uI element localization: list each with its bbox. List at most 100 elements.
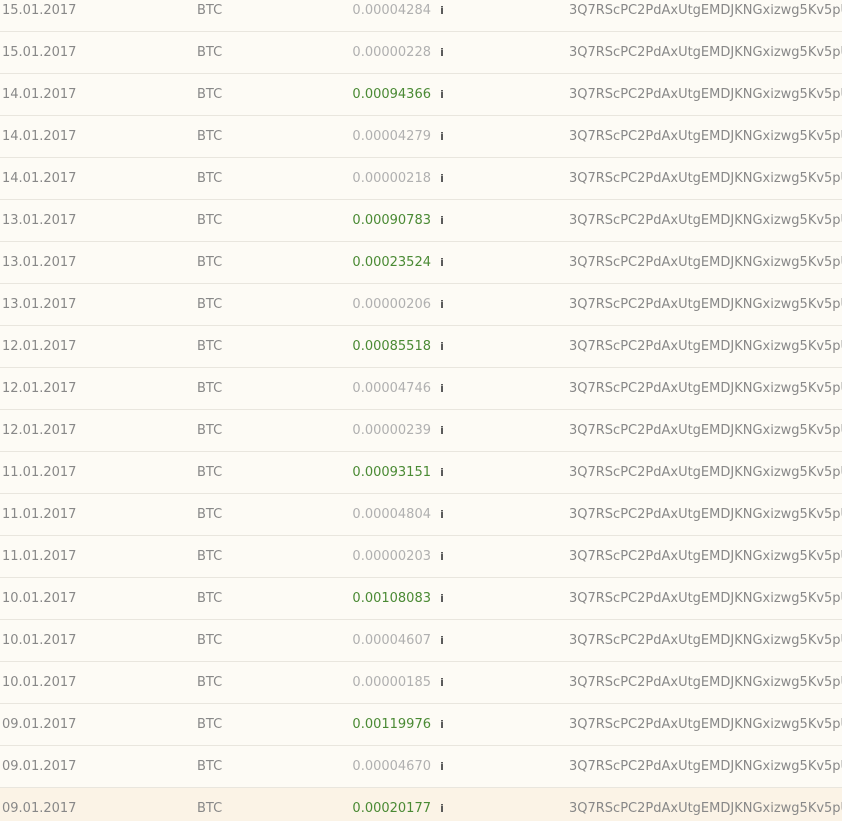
address-cell: 3Q7RScPC2PdAxUtgEMDJKNGxizwg5Kv5pU [569,87,842,102]
date-cell: 13.01.2017 [2,297,77,312]
date-cell: 14.01.2017 [2,129,77,144]
table-row: 09.01.2017 BTC 0.00020177 i 3Q7RScPC2PdA… [0,788,842,821]
date-cell: 12.01.2017 [2,381,77,396]
table-row: 13.01.2017 BTC 0.00023524 i 3Q7RScPC2PdA… [0,242,842,284]
currency-cell: BTC [197,759,223,774]
currency-cell: BTC [197,213,223,228]
address-cell: 3Q7RScPC2PdAxUtgEMDJKNGxizwg5Kv5pU [569,45,842,60]
currency-cell: BTC [197,801,223,816]
amount-cell: 0.00093151 [352,465,431,480]
info-icon[interactable]: i [438,32,446,73]
amount-cell: 0.00000228 [352,45,431,60]
amount-cell: 0.00090783 [352,213,431,228]
date-cell: 11.01.2017 [2,507,77,522]
currency-cell: BTC [197,381,223,396]
address-cell: 3Q7RScPC2PdAxUtgEMDJKNGxizwg5Kv5pU [569,339,842,354]
info-icon[interactable]: i [438,242,446,283]
info-icon[interactable]: i [438,746,446,787]
address-cell: 3Q7RScPC2PdAxUtgEMDJKNGxizwg5Kv5pU [569,3,842,18]
info-icon[interactable]: i [438,410,446,451]
currency-cell: BTC [197,3,223,18]
currency-cell: BTC [197,591,223,606]
date-cell: 11.01.2017 [2,549,77,564]
amount-cell: 0.00004607 [352,633,431,648]
address-cell: 3Q7RScPC2PdAxUtgEMDJKNGxizwg5Kv5pU [569,549,842,564]
info-icon[interactable]: i [438,116,446,157]
amount-cell: 0.00004279 [352,129,431,144]
amount-cell: 0.00000206 [352,297,431,312]
date-cell: 15.01.2017 [2,3,77,18]
info-icon[interactable]: i [438,662,446,703]
info-icon[interactable]: i [438,284,446,325]
amount-cell: 0.00000239 [352,423,431,438]
address-cell: 3Q7RScPC2PdAxUtgEMDJKNGxizwg5Kv5pU [569,675,842,690]
info-icon[interactable]: i [438,788,446,821]
table-row: 14.01.2017 BTC 0.00094366 i 3Q7RScPC2PdA… [0,74,842,116]
table-row: 12.01.2017 BTC 0.00000239 i 3Q7RScPC2PdA… [0,410,842,452]
info-icon[interactable]: i [438,200,446,241]
table-row: 11.01.2017 BTC 0.00004804 i 3Q7RScPC2PdA… [0,494,842,536]
currency-cell: BTC [197,717,223,732]
amount-cell: 0.00085518 [352,339,431,354]
info-icon[interactable]: i [438,368,446,409]
info-icon[interactable]: i [438,452,446,493]
table-row: 12.01.2017 BTC 0.00085518 i 3Q7RScPC2PdA… [0,326,842,368]
table-row: 09.01.2017 BTC 0.00004670 i 3Q7RScPC2PdA… [0,746,842,788]
address-cell: 3Q7RScPC2PdAxUtgEMDJKNGxizwg5Kv5pU [569,465,842,480]
currency-cell: BTC [197,675,223,690]
date-cell: 14.01.2017 [2,171,77,186]
amount-cell: 0.00004670 [352,759,431,774]
info-icon[interactable]: i [438,158,446,199]
date-cell: 10.01.2017 [2,591,77,606]
info-icon[interactable]: i [438,74,446,115]
date-cell: 12.01.2017 [2,339,77,354]
amount-cell: 0.00004746 [352,381,431,396]
table-row: 13.01.2017 BTC 0.00000206 i 3Q7RScPC2PdA… [0,284,842,326]
table-row: 14.01.2017 BTC 0.00000218 i 3Q7RScPC2PdA… [0,158,842,200]
currency-cell: BTC [197,339,223,354]
address-cell: 3Q7RScPC2PdAxUtgEMDJKNGxizwg5Kv5pU [569,717,842,732]
address-cell: 3Q7RScPC2PdAxUtgEMDJKNGxizwg5Kv5pU [569,633,842,648]
amount-cell: 0.00000185 [352,675,431,690]
info-icon[interactable]: i [438,704,446,745]
currency-cell: BTC [197,549,223,564]
date-cell: 13.01.2017 [2,255,77,270]
info-icon[interactable]: i [438,578,446,619]
amount-cell: 0.00020177 [352,801,431,816]
currency-cell: BTC [197,633,223,648]
table-row: 09.01.2017 BTC 0.00119976 i 3Q7RScPC2PdA… [0,704,842,746]
table-row: 12.01.2017 BTC 0.00004746 i 3Q7RScPC2PdA… [0,368,842,410]
date-cell: 11.01.2017 [2,465,77,480]
address-cell: 3Q7RScPC2PdAxUtgEMDJKNGxizwg5Kv5pU [569,759,842,774]
address-cell: 3Q7RScPC2PdAxUtgEMDJKNGxizwg5Kv5pU [569,213,842,228]
currency-cell: BTC [197,423,223,438]
currency-cell: BTC [197,255,223,270]
currency-cell: BTC [197,87,223,102]
address-cell: 3Q7RScPC2PdAxUtgEMDJKNGxizwg5Kv5pU [569,423,842,438]
date-cell: 12.01.2017 [2,423,77,438]
info-icon[interactable]: i [438,326,446,367]
info-icon[interactable]: i [438,536,446,577]
amount-cell: 0.00108083 [352,591,431,606]
date-cell: 10.01.2017 [2,633,77,648]
amount-cell: 0.00023524 [352,255,431,270]
date-cell: 09.01.2017 [2,801,77,816]
table-row: 11.01.2017 BTC 0.00093151 i 3Q7RScPC2PdA… [0,452,842,494]
currency-cell: BTC [197,129,223,144]
table-row: 15.01.2017 BTC 0.00004284 i 3Q7RScPC2PdA… [0,0,842,32]
currency-cell: BTC [197,171,223,186]
table-row: 10.01.2017 BTC 0.00108083 i 3Q7RScPC2PdA… [0,578,842,620]
address-cell: 3Q7RScPC2PdAxUtgEMDJKNGxizwg5Kv5pU [569,297,842,312]
info-icon[interactable]: i [438,494,446,535]
info-icon[interactable]: i [438,620,446,661]
date-cell: 09.01.2017 [2,759,77,774]
table-row: 10.01.2017 BTC 0.00000185 i 3Q7RScPC2PdA… [0,662,842,704]
address-cell: 3Q7RScPC2PdAxUtgEMDJKNGxizwg5Kv5pU [569,381,842,396]
currency-cell: BTC [197,45,223,60]
amount-cell: 0.00000203 [352,549,431,564]
info-icon[interactable]: i [438,0,446,31]
date-cell: 09.01.2017 [2,717,77,732]
date-cell: 13.01.2017 [2,213,77,228]
date-cell: 14.01.2017 [2,87,77,102]
amount-cell: 0.00119976 [352,717,431,732]
